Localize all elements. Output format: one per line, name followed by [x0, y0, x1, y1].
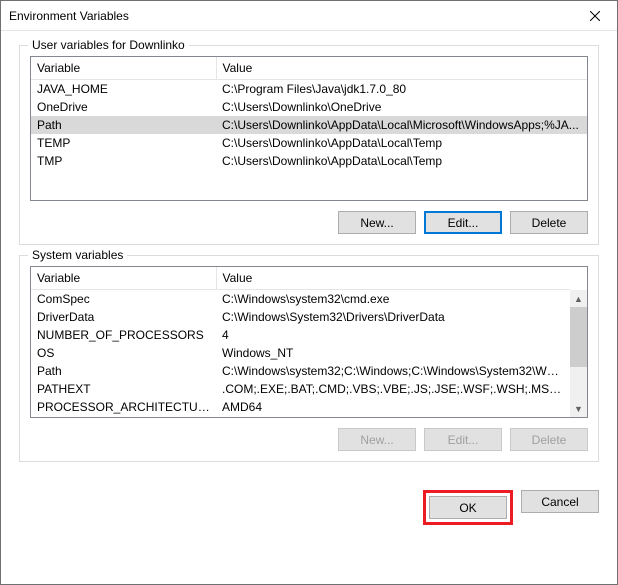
table-row[interactable]: TEMPC:\Users\Downlinko\AppData\Local\Tem…	[31, 134, 587, 152]
system-col-header-value[interactable]: Value	[216, 267, 570, 289]
table-row[interactable]: NUMBER_OF_PROCESSORS4	[31, 326, 570, 344]
user-col-header-value[interactable]: Value	[216, 57, 587, 79]
system-variables-table[interactable]: Variable Value ComSpecC:\Windows\system3…	[31, 267, 570, 416]
table-row[interactable]: OneDriveC:\Users\Downlinko\OneDrive	[31, 98, 587, 116]
variable-name-cell: Path	[31, 362, 216, 380]
system-new-button[interactable]: New...	[338, 428, 416, 451]
variable-value-cell: C:\Users\Downlinko\AppData\Local\Microso…	[216, 116, 587, 134]
user-edit-button[interactable]: Edit...	[424, 211, 502, 234]
system-variables-table-wrap: Variable Value ComSpecC:\Windows\system3…	[30, 266, 588, 418]
close-icon	[590, 11, 600, 21]
table-row[interactable]: TMPC:\Users\Downlinko\AppData\Local\Temp	[31, 152, 587, 170]
variable-value-cell: C:\Program Files\Java\jdk1.7.0_80	[216, 79, 587, 98]
cancel-button[interactable]: Cancel	[521, 490, 599, 513]
ok-button[interactable]: OK	[429, 496, 507, 519]
variable-name-cell: OS	[31, 344, 216, 362]
table-row[interactable]: DriverDataC:\Windows\System32\Drivers\Dr…	[31, 308, 570, 326]
user-col-header-variable[interactable]: Variable	[31, 57, 216, 79]
user-new-button[interactable]: New...	[338, 211, 416, 234]
table-row[interactable]: PathC:\Windows\system32;C:\Windows;C:\Wi…	[31, 362, 570, 380]
user-variables-table-wrap: Variable Value JAVA_HOMEC:\Program Files…	[30, 56, 588, 201]
variable-name-cell: TMP	[31, 152, 216, 170]
close-button[interactable]	[572, 1, 617, 31]
user-variables-group: User variables for Downlinko Variable Va…	[19, 45, 599, 245]
user-group-label: User variables for Downlinko	[28, 38, 189, 52]
variable-name-cell: PROCESSOR_ARCHITECTURE	[31, 398, 216, 416]
variable-name-cell: OneDrive	[31, 98, 216, 116]
variable-name-cell: NUMBER_OF_PROCESSORS	[31, 326, 216, 344]
variable-value-cell: AMD64	[216, 398, 570, 416]
table-row[interactable]: OSWindows_NT	[31, 344, 570, 362]
variable-name-cell: ComSpec	[31, 289, 216, 308]
variable-name-cell: TEMP	[31, 134, 216, 152]
user-button-row: New... Edit... Delete	[30, 211, 588, 234]
system-delete-button[interactable]: Delete	[510, 428, 588, 451]
variable-value-cell: C:\Windows\system32;C:\Windows;C:\Window…	[216, 362, 570, 380]
table-row[interactable]: ComSpecC:\Windows\system32\cmd.exe	[31, 289, 570, 308]
system-col-header-variable[interactable]: Variable	[31, 267, 216, 289]
scroll-up-button[interactable]: ▲	[570, 290, 587, 307]
title-bar: Environment Variables	[1, 1, 617, 31]
variable-name-cell: DriverData	[31, 308, 216, 326]
variable-value-cell: .COM;.EXE;.BAT;.CMD;.VBS;.VBE;.JS;.JSE;.…	[216, 380, 570, 398]
variable-value-cell: C:\Users\Downlinko\AppData\Local\Temp	[216, 134, 587, 152]
table-row[interactable]: JAVA_HOMEC:\Program Files\Java\jdk1.7.0_…	[31, 79, 587, 98]
system-edit-button[interactable]: Edit...	[424, 428, 502, 451]
user-delete-button[interactable]: Delete	[510, 211, 588, 234]
table-row[interactable]: PathC:\Users\Downlinko\AppData\Local\Mic…	[31, 116, 587, 134]
system-variables-group: System variables Variable Value ComSpecC…	[19, 255, 599, 462]
variable-value-cell: C:\Users\Downlinko\OneDrive	[216, 98, 587, 116]
variable-value-cell: C:\Windows\System32\Drivers\DriverData	[216, 308, 570, 326]
variable-name-cell: PATHEXT	[31, 380, 216, 398]
system-scrollbar[interactable]: ▲ ▼	[570, 290, 587, 417]
variable-value-cell: Windows_NT	[216, 344, 570, 362]
variable-name-cell: Path	[31, 116, 216, 134]
system-group-label: System variables	[28, 248, 127, 262]
variable-value-cell: C:\Windows\system32\cmd.exe	[216, 289, 570, 308]
scroll-track[interactable]	[570, 307, 587, 400]
user-variables-table[interactable]: Variable Value JAVA_HOMEC:\Program Files…	[31, 57, 587, 170]
variable-name-cell: JAVA_HOME	[31, 79, 216, 98]
dialog-button-row: OK Cancel	[1, 486, 617, 537]
ok-highlight: OK	[423, 490, 513, 525]
table-row[interactable]: PROCESSOR_ARCHITECTUREAMD64	[31, 398, 570, 416]
variable-value-cell: 4	[216, 326, 570, 344]
scroll-thumb[interactable]	[570, 307, 587, 367]
window-title: Environment Variables	[9, 9, 572, 23]
table-row[interactable]: PATHEXT.COM;.EXE;.BAT;.CMD;.VBS;.VBE;.JS…	[31, 380, 570, 398]
system-button-row: New... Edit... Delete	[30, 428, 588, 451]
scroll-down-button[interactable]: ▼	[570, 400, 587, 417]
variable-value-cell: C:\Users\Downlinko\AppData\Local\Temp	[216, 152, 587, 170]
